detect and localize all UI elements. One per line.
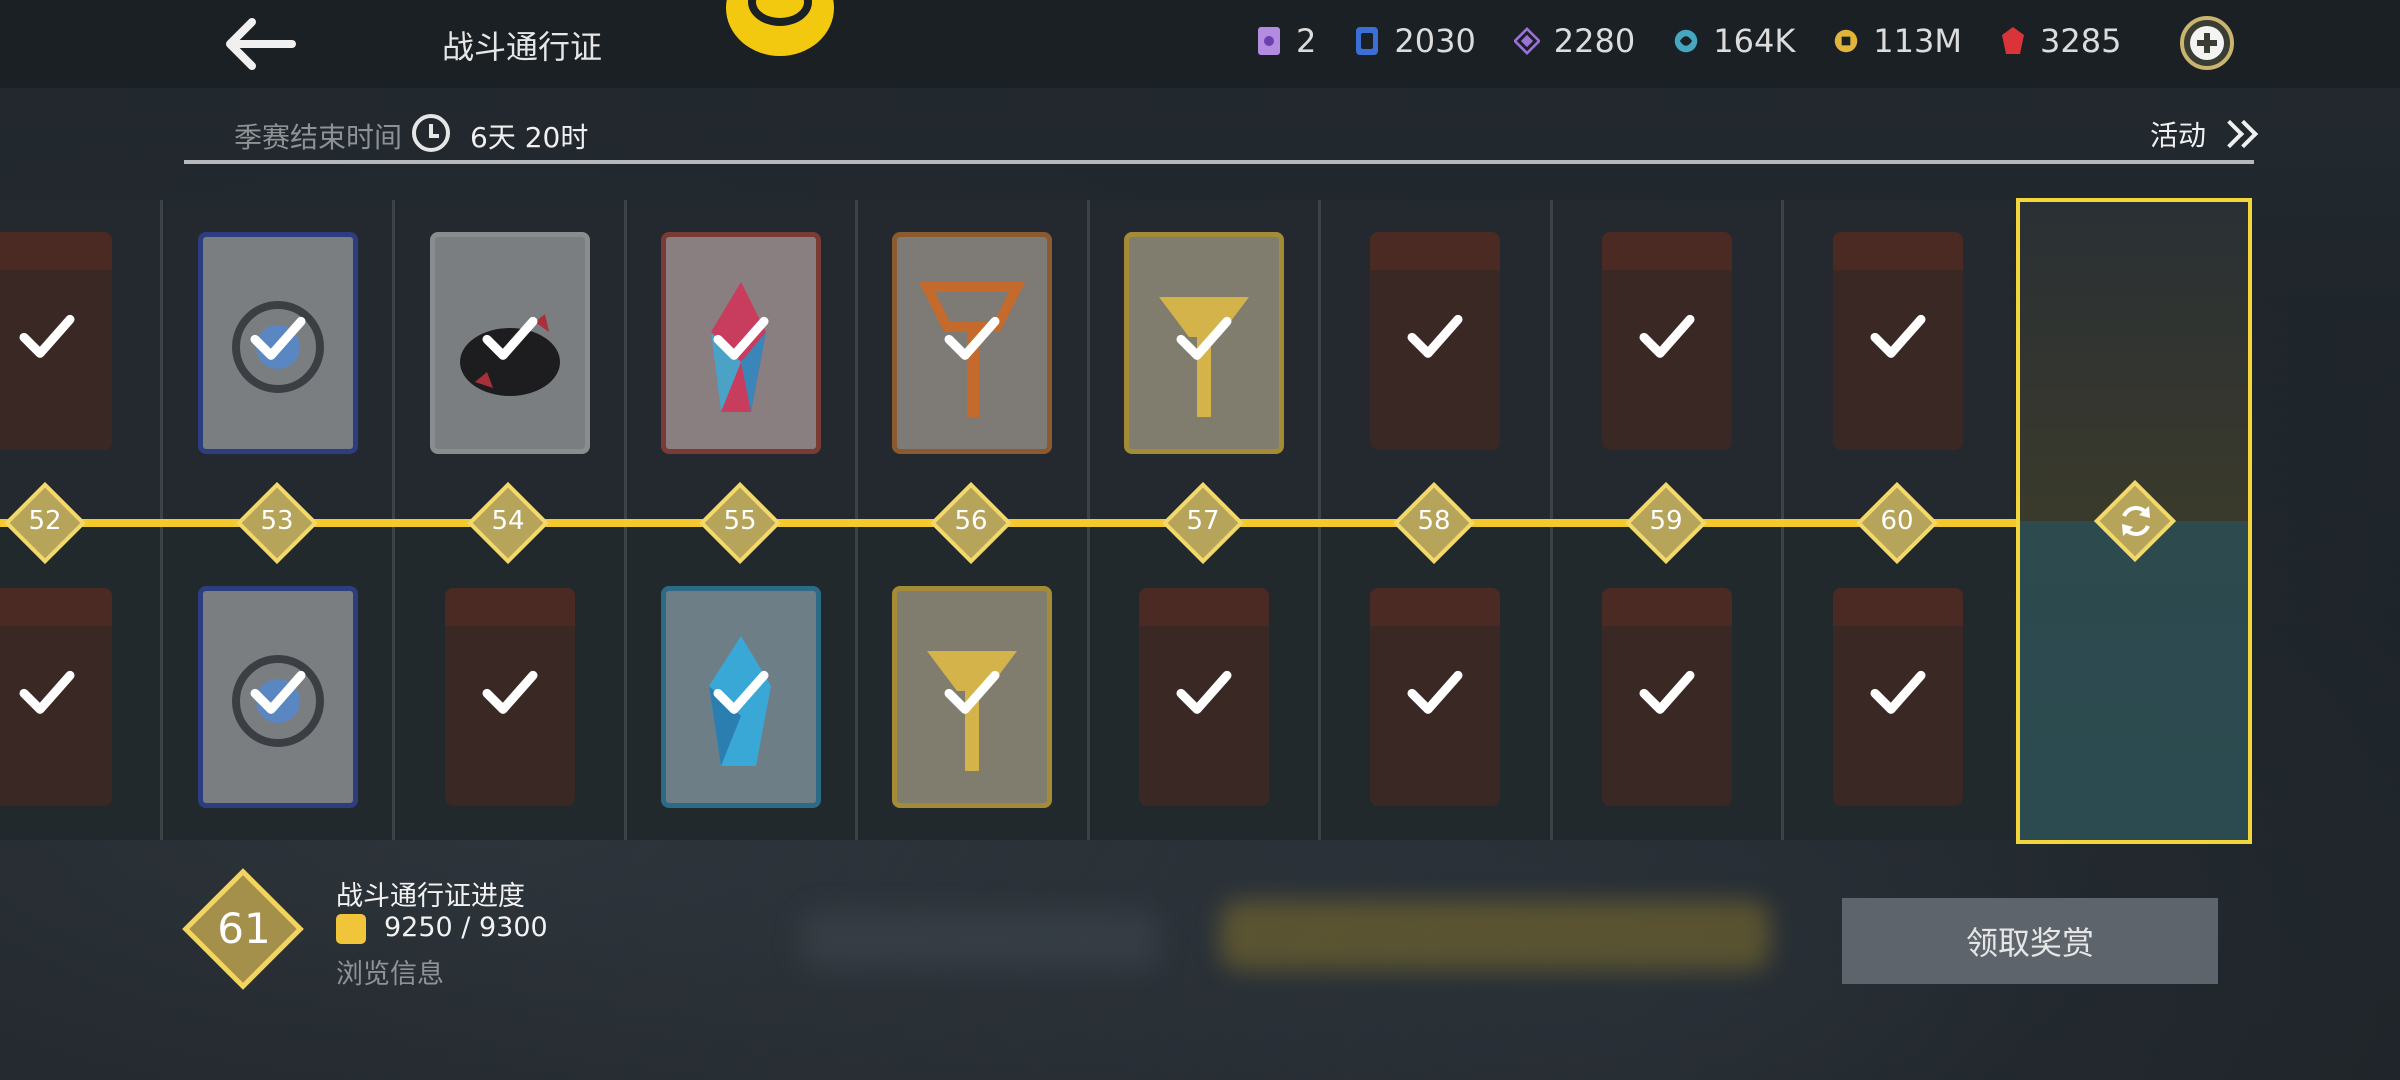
level-label: 55 bbox=[723, 506, 757, 536]
season-remaining: 6天 20时 bbox=[470, 121, 589, 154]
reward-card-premium-59[interactable] bbox=[1602, 588, 1732, 806]
checkmark-icon bbox=[19, 314, 75, 358]
reward-card-free-58[interactable] bbox=[1370, 232, 1500, 450]
checkmark-icon bbox=[250, 670, 306, 714]
plus-icon bbox=[2190, 26, 2224, 60]
current-level: 61 bbox=[217, 904, 271, 953]
reward-card-premium-60[interactable] bbox=[1833, 588, 1963, 806]
reward-card-free-57[interactable] bbox=[1124, 232, 1284, 454]
checkmark-icon bbox=[1176, 670, 1232, 714]
card-icon bbox=[1356, 27, 1379, 55]
level-label: 52 bbox=[28, 506, 62, 536]
activity-link[interactable]: 活动 bbox=[2149, 114, 2259, 154]
reward-card-free-56[interactable] bbox=[892, 232, 1052, 454]
checkmark-icon bbox=[713, 670, 769, 714]
season-row: 季赛结束时间 6天 20时 活动 bbox=[184, 108, 2259, 164]
page-title: 战斗通行证 bbox=[442, 28, 603, 66]
checkmark-icon bbox=[1639, 670, 1695, 714]
browse-info-link[interactable]: 浏览信息 bbox=[336, 952, 444, 991]
checkmark-icon bbox=[944, 670, 1000, 714]
level-label: 53 bbox=[260, 506, 294, 536]
level-label: 56 bbox=[954, 506, 988, 536]
ruby-icon bbox=[2001, 27, 2024, 54]
reward-track[interactable]: 52 53 54 55 56 57 58 59 60 bbox=[0, 200, 2140, 840]
activity-label: 活动 bbox=[2149, 119, 2206, 152]
checkmark-icon bbox=[1870, 314, 1926, 358]
coin-icon bbox=[1835, 29, 1858, 53]
currency-orb[interactable]: 164K bbox=[1673, 22, 1795, 60]
progress-line bbox=[0, 519, 2140, 527]
reward-card-free-52[interactable] bbox=[0, 232, 112, 450]
reward-card-premium-52[interactable] bbox=[0, 588, 112, 806]
checkmark-icon bbox=[250, 316, 306, 360]
checkmark-icon bbox=[1639, 314, 1695, 358]
reward-card-premium-55[interactable] bbox=[661, 586, 821, 808]
level-label: 57 bbox=[1186, 506, 1220, 536]
checkmark-icon bbox=[482, 670, 538, 714]
ticket-icon bbox=[1258, 27, 1280, 55]
level-label: 54 bbox=[491, 506, 525, 536]
back-arrow-icon[interactable] bbox=[222, 14, 296, 74]
reward-card-premium-56[interactable] bbox=[892, 586, 1052, 808]
checkmark-icon bbox=[944, 316, 1000, 360]
season-end-label: 季赛结束时间 bbox=[234, 121, 403, 154]
currency-purple-diamond[interactable]: 2280 bbox=[1513, 22, 1635, 60]
checkmark-icon bbox=[1176, 316, 1232, 360]
refresh-icon bbox=[2122, 506, 2150, 536]
reward-card-premium-57[interactable] bbox=[1139, 588, 1269, 806]
currency-bar: 2 2030 2280 164K 113M 3285 bbox=[1256, 22, 2159, 60]
reward-card-free-53[interactable] bbox=[198, 232, 358, 454]
xp-icon bbox=[336, 914, 366, 944]
reward-card-premium-58[interactable] bbox=[1370, 588, 1500, 806]
reward-card-premium-53[interactable] bbox=[198, 586, 358, 808]
reward-card-free-60[interactable] bbox=[1833, 232, 1963, 450]
level-label: 60 bbox=[1880, 506, 1914, 536]
checkmark-icon bbox=[1407, 314, 1463, 358]
divider bbox=[184, 160, 2254, 164]
checkmark-icon bbox=[19, 670, 75, 714]
currency-ticket[interactable]: 2 bbox=[1256, 22, 1316, 60]
reward-card-free-55[interactable] bbox=[661, 232, 821, 454]
currency-card[interactable]: 2030 bbox=[1354, 22, 1476, 60]
reward-card-free-54[interactable] bbox=[430, 232, 590, 454]
progress-value: 9250 / 9300 bbox=[384, 912, 548, 943]
checkmark-icon bbox=[1870, 670, 1926, 714]
orb-icon bbox=[1674, 29, 1698, 53]
progress-title: 战斗通行证进度 bbox=[336, 881, 525, 912]
top-bar: 战斗通行证 2 2030 2280 164K 113M 3285 bbox=[0, 0, 2400, 88]
reward-card-free-59[interactable] bbox=[1602, 232, 1732, 450]
purple-diamond-icon bbox=[1513, 27, 1540, 55]
claim-reward-button[interactable]: 领取奖赏 bbox=[1842, 898, 2218, 984]
checkmark-icon bbox=[713, 316, 769, 360]
double-chevron-right-icon bbox=[2215, 118, 2259, 150]
currency-ruby[interactable]: 3285 bbox=[2000, 22, 2121, 60]
checkmark-icon bbox=[482, 316, 538, 360]
level-label: 59 bbox=[1649, 506, 1683, 536]
emblem-icon bbox=[726, 0, 834, 56]
currency-coin[interactable]: 113M bbox=[1833, 22, 1962, 60]
checkmark-icon bbox=[1407, 670, 1463, 714]
level-label: 58 bbox=[1417, 506, 1451, 536]
background-blur bbox=[1220, 900, 1770, 970]
reward-card-premium-54[interactable] bbox=[445, 588, 575, 806]
clock-icon bbox=[412, 114, 450, 152]
background-blur bbox=[800, 910, 1160, 970]
add-currency-button[interactable] bbox=[2180, 16, 2234, 70]
